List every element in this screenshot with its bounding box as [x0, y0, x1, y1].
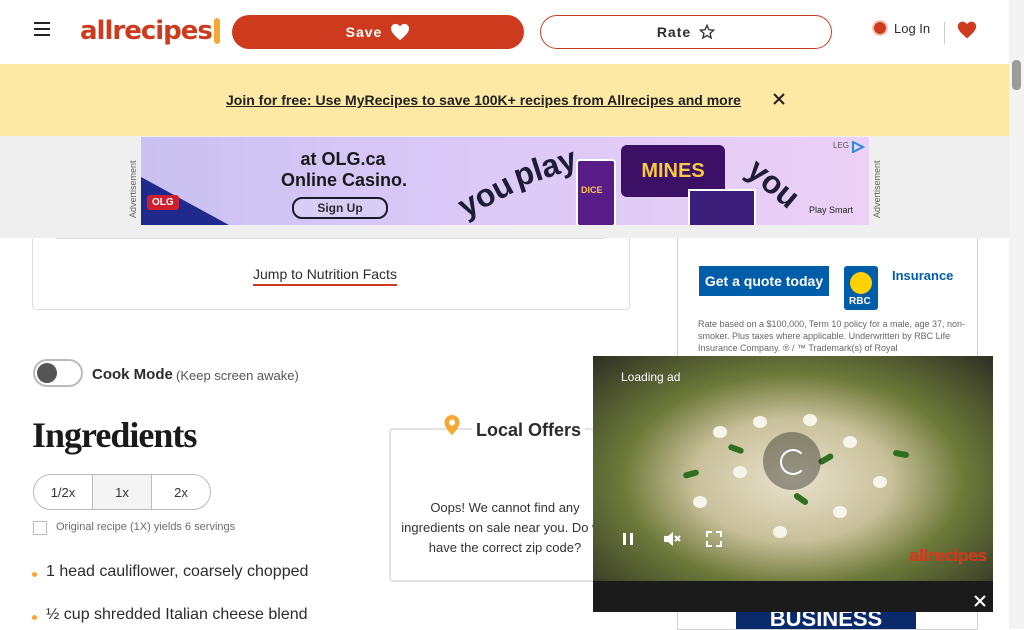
promo-link[interactable]: Join for free: Use MyRecipes to save 100…: [226, 92, 741, 108]
cook-mode-label: Cook Mode: [92, 366, 173, 383]
promo-banner: Join for free: Use MyRecipes to save 100…: [0, 64, 1009, 136]
video-player[interactable]: Loading ad allrecipes: [593, 356, 993, 612]
scrollbar-thumb[interactable]: [1012, 60, 1021, 90]
video-watermark-logo: allrecipes: [909, 546, 987, 565]
ad-dice-label: DICE: [581, 185, 603, 195]
saved-recipes-heart-icon[interactable]: [957, 20, 977, 40]
close-icon[interactable]: [772, 92, 786, 106]
rate-label: Rate: [656, 24, 692, 40]
toggle-knob: [37, 363, 57, 383]
save-label: Save: [345, 24, 383, 40]
jump-to-nutrition-link[interactable]: Jump to Nutrition Facts: [253, 266, 397, 286]
star-icon: [699, 24, 716, 40]
logo-spoon-icon: [213, 18, 220, 44]
cook-mode-toggle[interactable]: [33, 359, 83, 387]
yield-text: Original recipe (1X) yields 6 servings: [56, 521, 236, 533]
hamburger-menu-icon[interactable]: [28, 14, 58, 44]
ad-play-smart: Play Smart: [809, 205, 854, 215]
ad-insurance-label: Insurance: [892, 268, 954, 283]
local-offers-title: Local Offers: [472, 420, 586, 441]
ingredients-heading: Ingredients: [32, 415, 197, 455]
rate-button[interactable]: Rate: [540, 15, 832, 49]
video-close-icon[interactable]: [973, 594, 987, 608]
ad-legal-label: LEG: [833, 141, 850, 150]
header-divider: [944, 22, 945, 44]
servings-1x-button[interactable]: 1x: [93, 475, 152, 509]
ingredient-item[interactable]: 1 head cauliflower, coarsely chopped: [46, 563, 308, 581]
bullet-icon: [32, 572, 37, 577]
ad-line1: at OLG.ca: [300, 149, 386, 169]
mute-icon[interactable]: [661, 528, 683, 550]
site-header: allrecipes Save Rate Log In: [0, 0, 1009, 65]
login-label: Log In: [894, 20, 931, 36]
cook-mode-subtext[interactable]: (Keep screen awake): [176, 368, 299, 383]
page-scrollbar[interactable]: [1009, 0, 1024, 629]
ad-game-graphic: [688, 189, 756, 225]
pause-icon[interactable]: [617, 528, 639, 550]
servings-half-button[interactable]: 1/2x: [34, 475, 93, 509]
ad-quote-button[interactable]: Get a quote today: [699, 266, 829, 296]
ad-line2: Online Casino.: [280, 170, 408, 190]
card-divider: [56, 238, 604, 239]
local-offers-message: Oops! We cannot find any ingredients on …: [401, 500, 609, 555]
allrecipes-logo[interactable]: allrecipes: [80, 14, 220, 48]
ad-fine-print: Rate based on a $100,000, Term 10 policy…: [698, 319, 966, 353]
ad-phone-graphic: DICE: [576, 159, 616, 225]
bullet-icon: [32, 615, 37, 620]
ad-word-you: you: [451, 165, 519, 225]
fullscreen-icon[interactable]: [703, 528, 725, 550]
video-frame: Loading ad allrecipes: [593, 356, 993, 581]
heart-icon: [391, 23, 410, 41]
loading-spinner-icon: [763, 432, 821, 490]
advertisement-label: Advertisement: [128, 160, 138, 218]
yield-info-toggle[interactable]: [33, 521, 47, 535]
servings-2x-button[interactable]: 2x: [152, 475, 210, 509]
rbc-logo-icon: RBC: [844, 266, 878, 310]
login-button[interactable]: Log In: [872, 20, 930, 36]
save-button[interactable]: Save: [232, 15, 524, 49]
ingredient-item[interactable]: ½ cup shredded Italian cheese blend: [46, 606, 308, 624]
loading-ad-text: Loading ad: [621, 370, 681, 384]
olg-logo: OLG: [147, 195, 179, 210]
advertisement-label: Advertisement: [872, 160, 882, 218]
rbc-lion-icon: [850, 272, 872, 294]
location-pin-icon: [444, 415, 460, 435]
ad-signup-button[interactable]: Sign Up: [292, 197, 388, 219]
zip-code-edit[interactable]: [503, 454, 521, 472]
logo-text: allrecipes: [80, 16, 213, 46]
servings-scaler: 1/2x 1x 2x: [33, 474, 211, 510]
adchoices-icon[interactable]: [851, 141, 865, 153]
user-icon: [872, 20, 888, 36]
olg-casino-ad[interactable]: OLG at OLG.ca Online Casino. Sign Up you…: [141, 137, 869, 225]
ad-word-play: play: [508, 140, 581, 195]
rbc-logo-text: RBC: [849, 296, 871, 307]
